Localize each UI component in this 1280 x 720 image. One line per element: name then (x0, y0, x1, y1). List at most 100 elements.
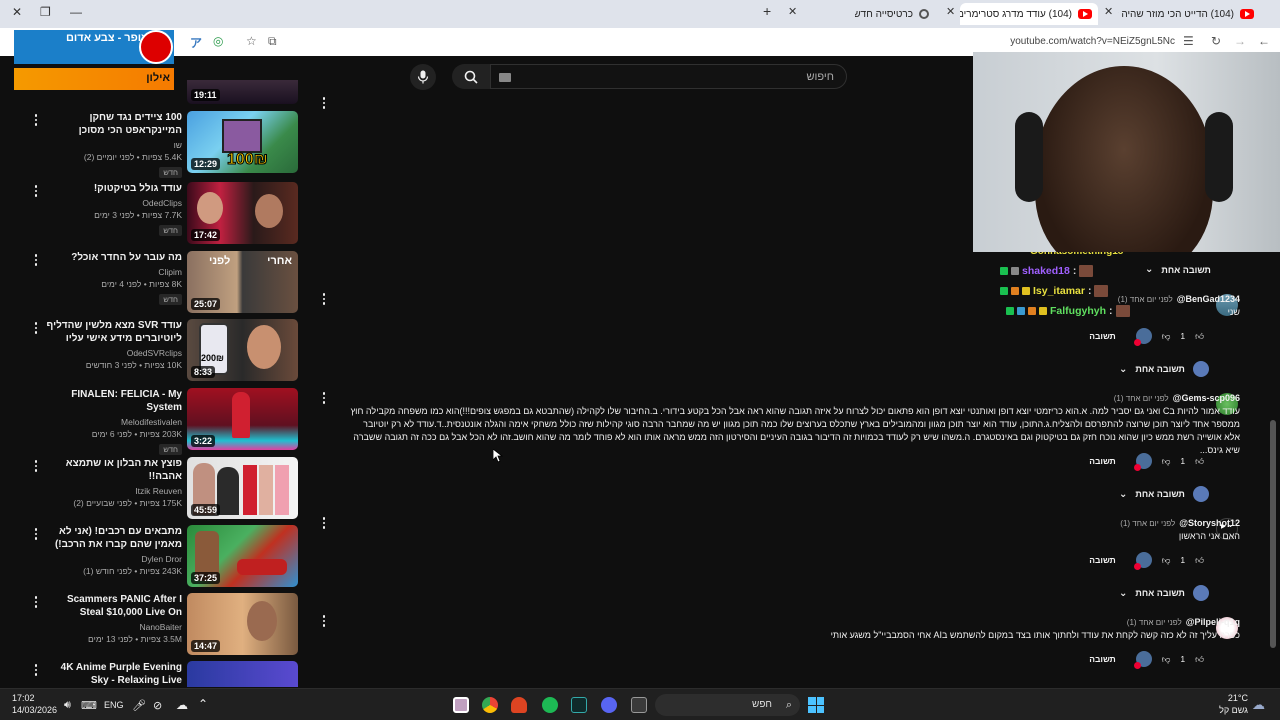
minimize-window-icon[interactable]: — (70, 5, 82, 19)
video-title[interactable]: פוצץ את הבלון או שתמצא אהבה!! (42, 457, 182, 483)
channel-name[interactable]: שו (42, 140, 182, 150)
video-title[interactable]: Scammers PANIC After I Steal $10,000 Liv… (42, 593, 182, 619)
related-video-0[interactable]: 19:11 (30, 80, 300, 104)
more-options-icon[interactable] (30, 459, 42, 473)
discord-icon[interactable] (601, 697, 617, 713)
related-video-8[interactable]: 14:47 Scammers PANIC After I Steal $10,0… (30, 593, 300, 659)
bluetooth-off-icon[interactable]: ⊘ (153, 699, 162, 712)
terminal-icon[interactable] (571, 697, 587, 713)
related-video-5[interactable]: 3:22 FINALEN: FELICIA - My System Melodi… (30, 388, 300, 455)
comment-author[interactable]: BenGad1234@ (1177, 294, 1240, 304)
comment-time[interactable]: לפני יום אחד (1) (1127, 618, 1182, 627)
back-icon[interactable]: ← (1258, 34, 1270, 48)
video-thumbnail[interactable] (187, 661, 298, 687)
channel-name[interactable]: Itzik Reuven (42, 486, 182, 496)
scrollbar-thumb[interactable] (1270, 420, 1276, 648)
video-thumbnail[interactable]: 200₪ 8:33 (187, 319, 298, 381)
network-icon[interactable]: ⌨ (81, 699, 97, 712)
more-options-icon[interactable] (30, 113, 42, 127)
channel-name[interactable]: OdedSVRclips (42, 348, 182, 358)
more-options-icon[interactable] (318, 96, 330, 110)
close-window-icon[interactable]: ✕ (12, 5, 22, 19)
video-thumbnail[interactable]: 17:42 (187, 182, 298, 244)
more-options-icon[interactable] (318, 292, 330, 306)
reply-button[interactable]: תשובה (1089, 654, 1116, 664)
extension-grammar-icon[interactable]: ◎ (213, 34, 223, 48)
channel-name[interactable]: OdedClips (42, 198, 182, 208)
like-icon[interactable]: 👍︎ (1195, 555, 1204, 566)
restore-window-icon[interactable]: ❐ (40, 5, 51, 19)
search-input[interactable]: חיפוש (490, 64, 847, 89)
channel-name[interactable]: NanoBaiter (42, 622, 182, 632)
taskbar-search[interactable]: חפש ⌕ (655, 694, 800, 716)
reply-button[interactable]: תשובה (1089, 331, 1116, 341)
more-options-icon[interactable] (318, 516, 330, 530)
site-settings-icon[interactable]: ☰ (1183, 34, 1194, 48)
tab-2[interactable]: (104) עודד מדרג סטרימרים!! (ה... (960, 3, 1098, 25)
video-title[interactable]: FINALEN: FELICIA - My System (42, 388, 182, 414)
language-indicator[interactable]: ENG (104, 700, 124, 710)
keyboard-icon[interactable] (499, 73, 511, 82)
video-thumbnail[interactable]: 37:25 (187, 525, 298, 587)
more-options-icon[interactable] (30, 321, 42, 335)
more-options-icon[interactable] (30, 184, 42, 198)
show-replies-button[interactable]: תשובה אחת ⌄ (1119, 486, 1209, 502)
windows-start-icon[interactable] (808, 697, 824, 713)
more-options-icon[interactable] (30, 527, 42, 541)
comment-author[interactable]: Storyshot12@ (1179, 518, 1240, 528)
related-video-2[interactable]: 17:42 עודד גולל בטיקטוק! OdedClips 7.7K … (30, 182, 300, 248)
dislike-icon[interactable]: 👎︎ (1162, 331, 1171, 342)
comment-time[interactable]: לפני יום אחד (1) (1120, 519, 1175, 528)
dislike-icon[interactable]: 👎︎ (1162, 555, 1171, 566)
clock[interactable]: 17:02 14/03/2026 (12, 693, 57, 715)
related-video-7[interactable]: 37:25 מתבאים עם רכבים! (אני לא מאמין שהם… (30, 525, 300, 591)
comment-time[interactable]: לפני יום אחד (1) (1114, 394, 1169, 403)
tab-1[interactable]: (104) הדייט הכי מוזר שהיה לו... (1118, 3, 1260, 25)
new-tab-button[interactable]: + (763, 3, 771, 19)
show-replies-button[interactable]: תשובה אחת ⌄ (1119, 585, 1209, 601)
more-options-icon[interactable] (30, 663, 42, 677)
channel-name[interactable]: Dylen Dror (42, 554, 182, 564)
like-icon[interactable]: 👍︎ (1195, 654, 1204, 665)
voice-search-button[interactable] (410, 64, 436, 90)
tab-3[interactable]: כרטיסייה חדשה (855, 3, 935, 25)
file-explorer-icon[interactable] (631, 697, 647, 713)
app-icon-1[interactable] (453, 697, 469, 713)
spotify-icon[interactable] (542, 697, 558, 713)
like-icon[interactable]: 👍︎ (1195, 456, 1204, 467)
microphone-icon[interactable]: 🎤︎ (132, 699, 146, 712)
video-title[interactable]: 100 ציידים נגד שחקן המיינקראפט הכי מסוכן… (42, 111, 182, 137)
related-video-9[interactable]: 4K Anime Purple Evening Sky - Relaxing L… (30, 661, 300, 687)
comment-author[interactable]: Pilpeli-q1q@ (1186, 617, 1240, 627)
related-video-6[interactable]: 45:59 פוצץ את הבלון או שתמצא אהבה!! Itzi… (30, 457, 300, 523)
related-video-4[interactable]: 200₪ 8:33 עודד SVR מצא מלשין שהדליף ליוט… (30, 319, 300, 385)
tab-1-close-icon[interactable]: ✕ (1104, 5, 1113, 18)
like-icon[interactable]: 👍︎ (1195, 331, 1204, 342)
reply-button[interactable]: תשובה (1089, 456, 1116, 466)
video-thumbnail[interactable]: 14:47 (187, 593, 298, 655)
chrome-icon[interactable] (482, 697, 498, 713)
video-thumbnail[interactable]: 3:22 (187, 388, 298, 450)
more-options-icon[interactable] (30, 253, 42, 267)
reply-button[interactable]: תשובה (1089, 555, 1116, 565)
video-title[interactable]: עודד SVR מצא מלשין שהדליף ליוטיוברים מיד… (42, 319, 182, 345)
screen-share-icon[interactable]: ⧉ (268, 34, 277, 49)
url-field[interactable]: youtube.com/watch?v=NEiZ5gnL5Nc (1010, 36, 1175, 47)
show-hidden-icons[interactable]: ⌃ (198, 697, 208, 711)
weather-widget[interactable]: 21°C גשם קל (1214, 693, 1248, 715)
bookmark-star-icon[interactable]: ☆ (246, 34, 257, 48)
app-icon-mic[interactable] (511, 697, 527, 713)
reload-icon[interactable]: ↻ (1211, 34, 1221, 48)
video-thumbnail[interactable]: 100₪ 12:29 (187, 111, 298, 173)
video-title[interactable]: עודד גולל בטיקטוק! (42, 182, 182, 195)
show-replies-button[interactable]: תשובה אחת ⌄ (1145, 264, 1211, 275)
search-button[interactable] (452, 64, 490, 89)
more-options-icon[interactable] (318, 391, 330, 405)
more-options-icon[interactable] (318, 614, 330, 628)
video-title[interactable]: 4K Anime Purple Evening Sky - Relaxing L… (42, 661, 182, 687)
video-thumbnail[interactable]: 45:59 (187, 457, 298, 519)
dislike-icon[interactable]: 👎︎ (1162, 654, 1171, 665)
video-title[interactable]: מתבאים עם רכבים! (אני לא מאמין שהם קברו … (42, 525, 182, 551)
extension-translate-icon[interactable]: ア (190, 34, 202, 51)
comment-time[interactable]: לפני יום אחד (1) (1118, 295, 1173, 304)
